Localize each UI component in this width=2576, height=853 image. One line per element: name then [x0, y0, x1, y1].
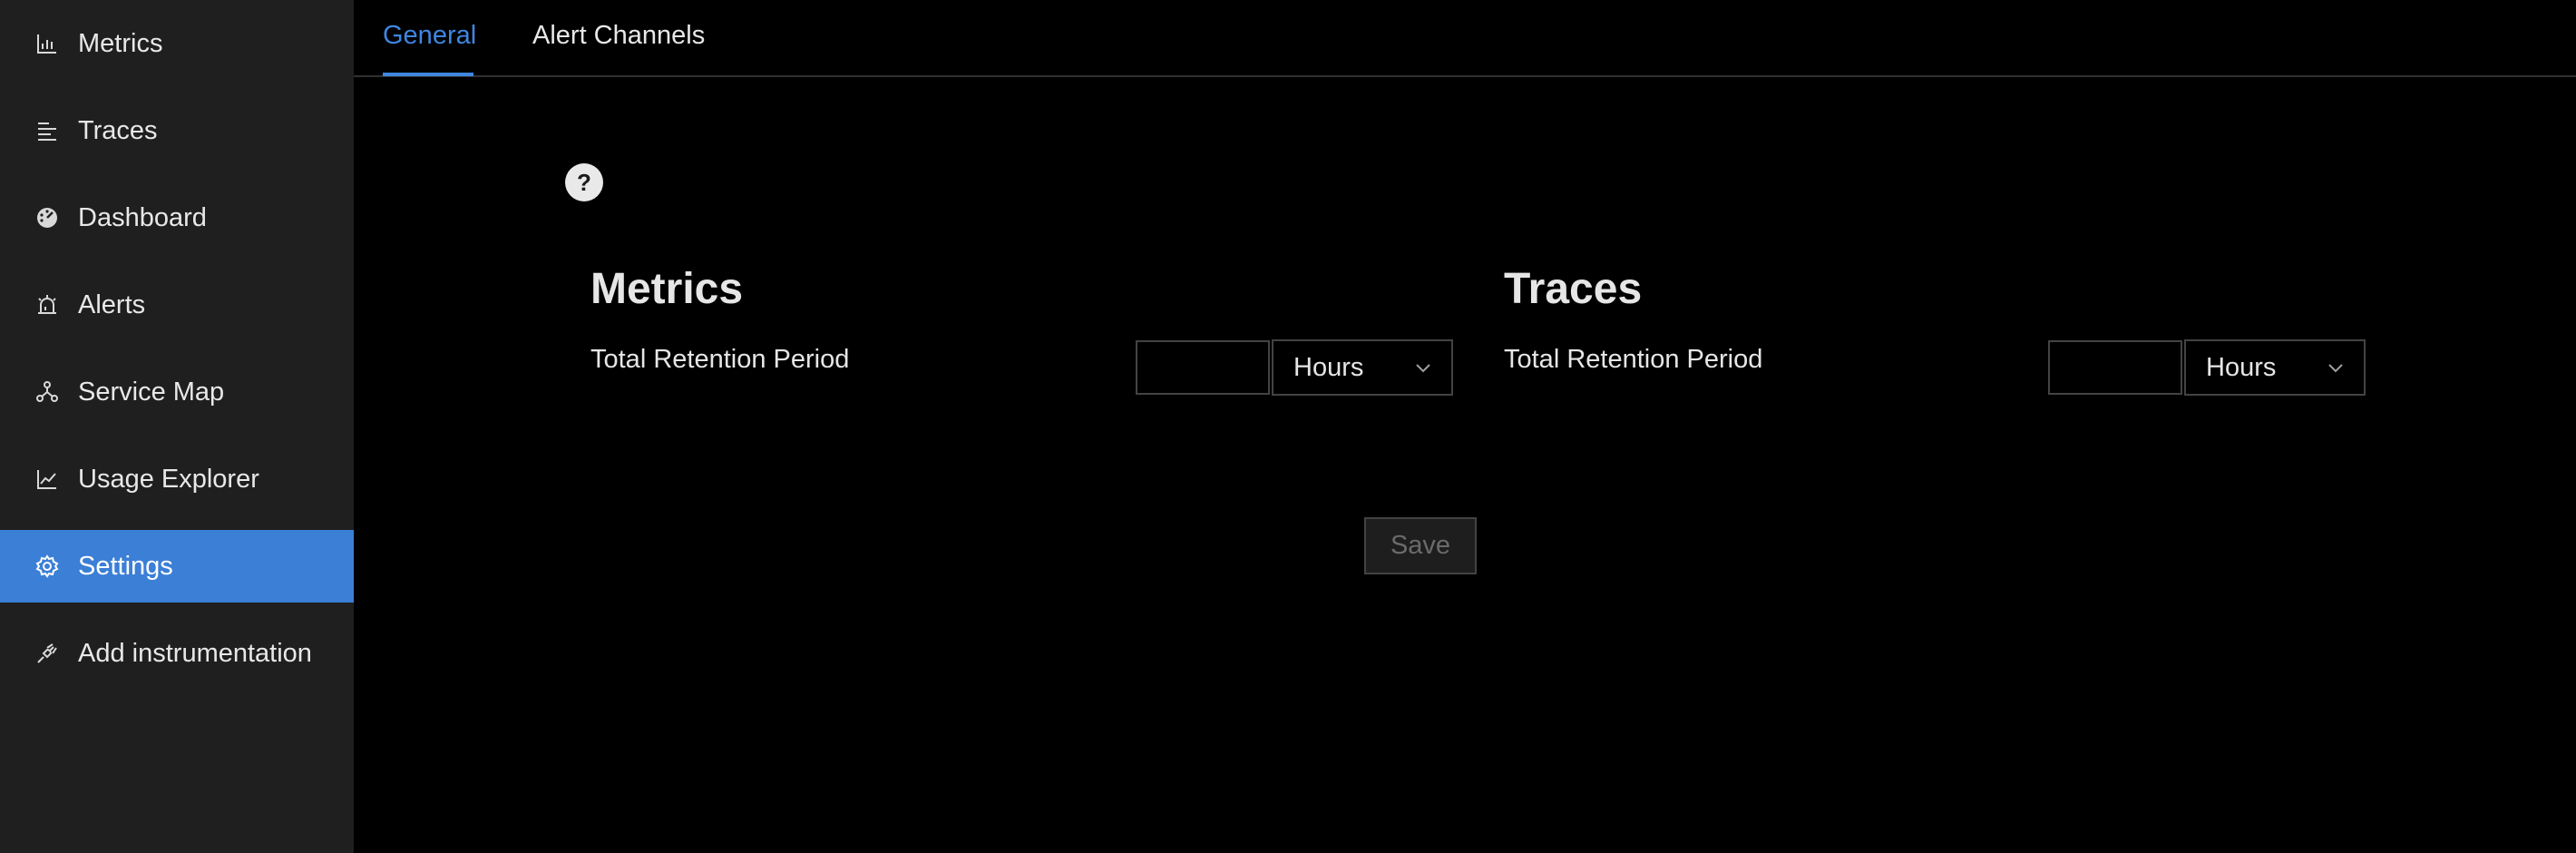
sidebar: Metrics Traces Dashboard Alerts Service … — [0, 0, 354, 853]
traces-section-title: Traces — [1504, 265, 1643, 313]
active-tab-indicator — [383, 73, 473, 76]
list-lines-icon — [34, 118, 60, 143]
dashboard-gauge-icon — [34, 205, 60, 230]
sidebar-item-dashboard[interactable]: Dashboard — [0, 181, 354, 254]
tab-bar: General Alert Channels — [354, 0, 2576, 77]
app-root: Metrics Traces Dashboard Alerts Service … — [0, 0, 2576, 853]
sidebar-item-label: Service Map — [78, 377, 225, 407]
gear-icon — [34, 554, 60, 579]
chevron-down-icon — [1416, 364, 1430, 373]
api-plug-icon — [34, 641, 60, 666]
sidebar-item-label: Dashboard — [78, 202, 207, 232]
main-content: General Alert Channels ? Metrics Total R… — [354, 0, 2576, 853]
metrics-retention-label: Total Retention Period — [590, 345, 850, 374]
sidebar-item-usage-explorer[interactable]: Usage Explorer — [0, 443, 354, 515]
metrics-retention-input[interactable] — [1136, 340, 1270, 395]
bar-chart-icon — [34, 31, 60, 56]
select-value: Hours — [2206, 352, 2277, 382]
sidebar-item-label: Traces — [78, 115, 158, 145]
sidebar-item-settings[interactable]: Settings — [0, 530, 354, 603]
sidebar-item-add-instrumentation[interactable]: Add instrumentation — [0, 617, 354, 690]
sidebar-item-traces[interactable]: Traces — [0, 94, 354, 167]
save-button[interactable]: Save — [1364, 517, 1477, 574]
sidebar-item-label: Alerts — [78, 289, 146, 319]
traces-retention-input[interactable] — [2048, 340, 2182, 395]
line-chart-icon — [34, 466, 60, 492]
sidebar-item-label: Add instrumentation — [78, 638, 312, 668]
sidebar-item-service-map[interactable]: Service Map — [0, 356, 354, 428]
select-value: Hours — [1293, 352, 1364, 382]
chevron-down-icon — [2328, 364, 2343, 373]
metrics-section-title: Metrics — [590, 265, 744, 313]
traces-retention-label: Total Retention Period — [1504, 345, 1763, 374]
alarm-icon — [34, 292, 60, 318]
sidebar-item-label: Settings — [78, 551, 173, 581]
svg-text:?: ? — [577, 169, 591, 196]
deployment-unit-icon — [34, 379, 60, 405]
traces-retention-unit-select[interactable]: Hours — [2184, 339, 2366, 396]
sidebar-item-alerts[interactable]: Alerts — [0, 269, 354, 341]
tab-alert-channels[interactable]: Alert Channels — [532, 0, 705, 75]
sidebar-item-metrics[interactable]: Metrics — [0, 7, 354, 80]
metrics-retention-unit-select[interactable]: Hours — [1272, 339, 1453, 396]
sidebar-item-label: Usage Explorer — [78, 464, 259, 494]
question-circle-icon[interactable]: ? — [565, 163, 603, 201]
tab-general[interactable]: General — [383, 0, 476, 75]
sidebar-item-label: Metrics — [78, 28, 163, 58]
